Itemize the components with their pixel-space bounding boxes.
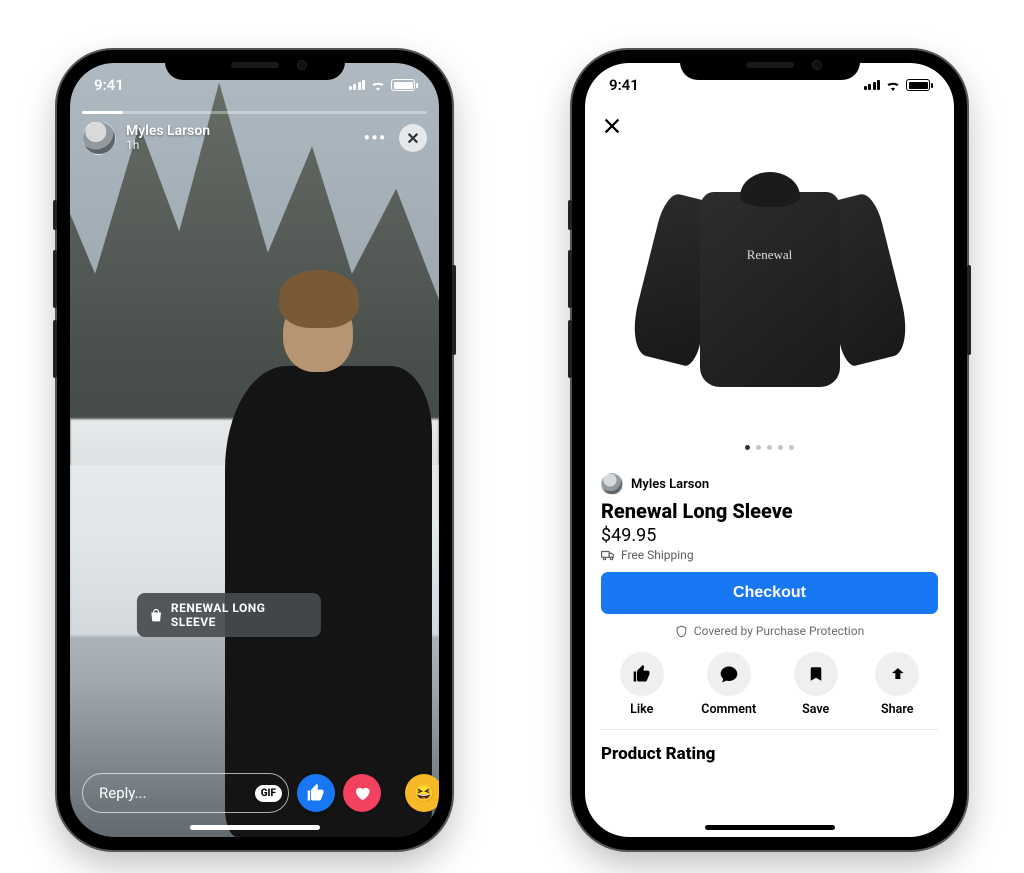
reaction-like[interactable] bbox=[297, 774, 335, 812]
shipping-text: Free Shipping bbox=[621, 548, 694, 562]
reply-placeholder: Reply... bbox=[99, 784, 146, 802]
product-price: $49.95 bbox=[601, 525, 938, 546]
wifi-icon bbox=[885, 79, 901, 91]
signal-icon bbox=[349, 80, 366, 90]
protection-text: Covered by Purchase Protection bbox=[694, 624, 864, 638]
product-title: Renewal Long Sleeve bbox=[601, 499, 938, 523]
like-label: Like bbox=[630, 702, 653, 717]
story-subject bbox=[225, 233, 432, 837]
product-phone: 9:41 Renewal Myles Larson bbox=[572, 50, 967, 850]
close-product-icon[interactable] bbox=[601, 115, 623, 141]
bookmark-icon bbox=[807, 664, 825, 684]
status-time: 9:41 bbox=[94, 76, 124, 94]
more-icon[interactable]: ••• bbox=[361, 124, 389, 152]
battery-icon bbox=[391, 79, 415, 91]
truck-icon bbox=[601, 548, 615, 562]
story-author-avatar[interactable] bbox=[82, 121, 116, 155]
product-image[interactable]: Renewal bbox=[585, 107, 954, 437]
seller-avatar[interactable] bbox=[601, 473, 623, 495]
battery-icon bbox=[906, 79, 930, 91]
reaction-laugh[interactable]: 😆 bbox=[405, 774, 439, 812]
reaction-love[interactable] bbox=[343, 774, 381, 812]
shield-icon bbox=[675, 625, 688, 638]
share-label: Share bbox=[881, 702, 913, 717]
like-action[interactable]: Like bbox=[620, 652, 664, 717]
story-progress bbox=[82, 111, 427, 114]
wifi-icon bbox=[370, 79, 386, 91]
checkout-button[interactable]: Checkout bbox=[601, 572, 938, 614]
product-tag-label: RENEWAL LONG SLEEVE bbox=[171, 601, 309, 629]
notch bbox=[165, 50, 345, 80]
share-action[interactable]: Share bbox=[875, 652, 919, 717]
home-indicator[interactable] bbox=[705, 825, 835, 830]
save-label: Save bbox=[802, 702, 829, 717]
signal-icon bbox=[864, 80, 881, 90]
product-rating-heading: Product Rating bbox=[601, 744, 938, 764]
story-phone: 9:41 Myles Larson 1h ••• ✕ RE bbox=[57, 50, 452, 850]
notch bbox=[680, 50, 860, 80]
product-image-text: Renewal bbox=[645, 247, 895, 263]
gif-button[interactable]: GIF bbox=[255, 785, 282, 802]
home-indicator[interactable] bbox=[190, 825, 320, 830]
story-time: 1h bbox=[126, 139, 210, 152]
status-time: 9:41 bbox=[609, 76, 639, 94]
story-author-name[interactable]: Myles Larson bbox=[126, 124, 210, 139]
image-pager[interactable] bbox=[585, 445, 954, 450]
comment-action[interactable]: Comment bbox=[701, 652, 756, 717]
thumbs-up-icon bbox=[632, 664, 652, 684]
comment-label: Comment bbox=[701, 702, 756, 717]
comment-icon bbox=[719, 664, 739, 684]
close-story-icon[interactable]: ✕ bbox=[399, 124, 427, 152]
reply-input[interactable]: Reply... GIF bbox=[82, 773, 289, 813]
bag-icon bbox=[148, 608, 162, 623]
product-tag[interactable]: RENEWAL LONG SLEEVE bbox=[136, 593, 320, 637]
share-icon bbox=[887, 664, 907, 684]
save-action[interactable]: Save bbox=[794, 652, 838, 717]
seller-name[interactable]: Myles Larson bbox=[631, 477, 709, 492]
